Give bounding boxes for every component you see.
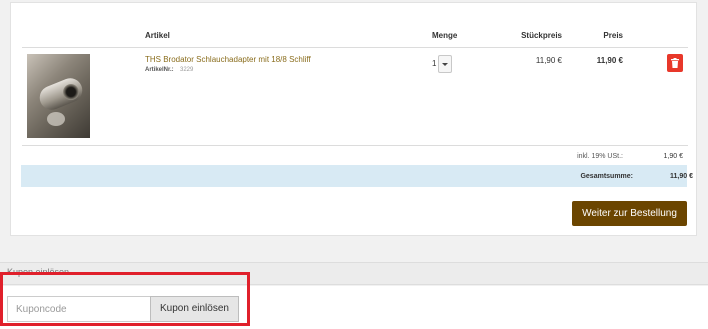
unit-price: 11,90 € (535, 56, 562, 65)
total-row: Gesamtsumme: 11,90 € (21, 165, 693, 187)
row-divider (22, 145, 688, 146)
line-total: 11,90 € (596, 56, 623, 65)
header-divider (22, 47, 688, 48)
quantity-dropdown[interactable] (438, 55, 452, 73)
quantity-value[interactable]: 1 (432, 59, 436, 68)
highlight-box (0, 272, 250, 326)
product-name-link[interactable]: THS Brodator Schlauchadapter mit 18/8 Sc… (145, 55, 311, 64)
total-value: 11,90 € (670, 173, 693, 180)
total-label: Gesamtsumme: (580, 173, 633, 180)
trash-icon (671, 58, 679, 68)
tax-value: 1,90 € (663, 153, 683, 160)
header-price: Preis (603, 31, 623, 40)
header-article: Artikel (145, 31, 170, 40)
header-quantity: Menge (432, 31, 458, 40)
tax-label: inkl. 19% USt.: (577, 153, 623, 160)
cart-panel: Artikel Menge Stückpreis Preis THS Broda… (10, 2, 697, 236)
product-photo-opening (63, 84, 79, 100)
article-number-label: ArtikelNr.: (145, 67, 174, 73)
delete-item-button[interactable] (667, 54, 683, 72)
page: Artikel Menge Stückpreis Preis THS Broda… (0, 0, 708, 329)
product-photo-reflection (47, 112, 65, 126)
article-number: 3229 (180, 67, 194, 73)
checkout-button[interactable]: Weiter zur Bestellung (572, 201, 687, 226)
header-unit-price: Stückpreis (521, 31, 562, 40)
product-image[interactable] (27, 54, 90, 138)
